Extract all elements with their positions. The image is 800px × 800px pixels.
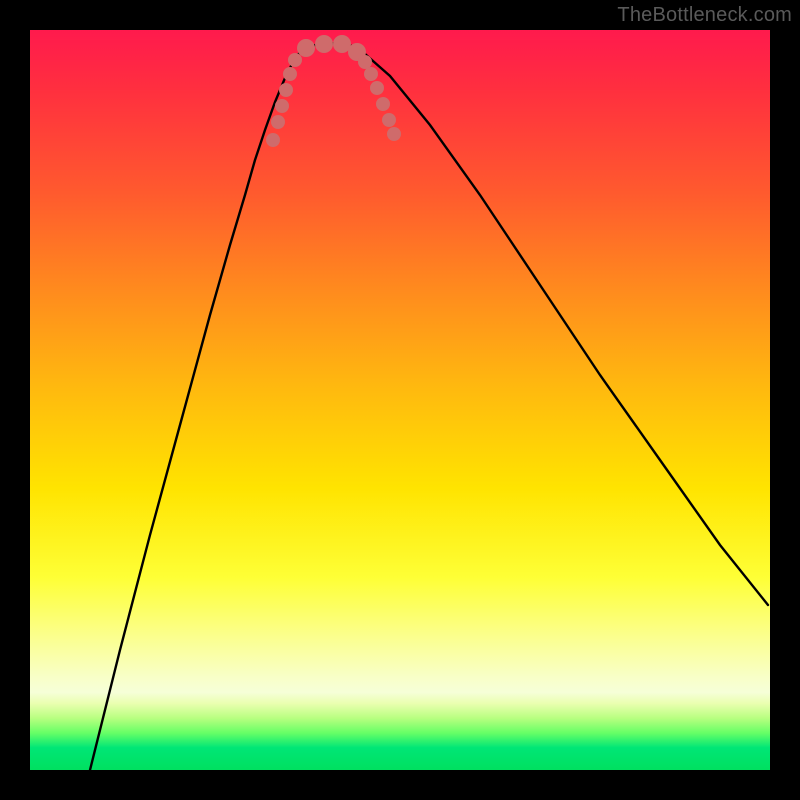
highlight-dot — [279, 83, 293, 97]
plot-area — [30, 30, 770, 770]
highlight-dot — [364, 67, 378, 81]
highlight-dot — [275, 99, 289, 113]
chart-frame: TheBottleneck.com — [0, 0, 800, 800]
curve-layer — [30, 30, 770, 770]
highlight-markers — [266, 35, 401, 147]
highlight-dot — [271, 115, 285, 129]
highlight-dot — [370, 81, 384, 95]
highlight-dot — [376, 97, 390, 111]
highlight-dot — [387, 127, 401, 141]
highlight-dot — [283, 67, 297, 81]
highlight-dot — [288, 53, 302, 67]
highlight-dot — [358, 55, 372, 69]
highlight-dot — [315, 35, 333, 53]
highlight-dot — [297, 39, 315, 57]
watermark-text: TheBottleneck.com — [617, 4, 792, 27]
bottleneck-curve — [90, 43, 768, 770]
highlight-dot — [382, 113, 396, 127]
highlight-dot — [266, 133, 280, 147]
